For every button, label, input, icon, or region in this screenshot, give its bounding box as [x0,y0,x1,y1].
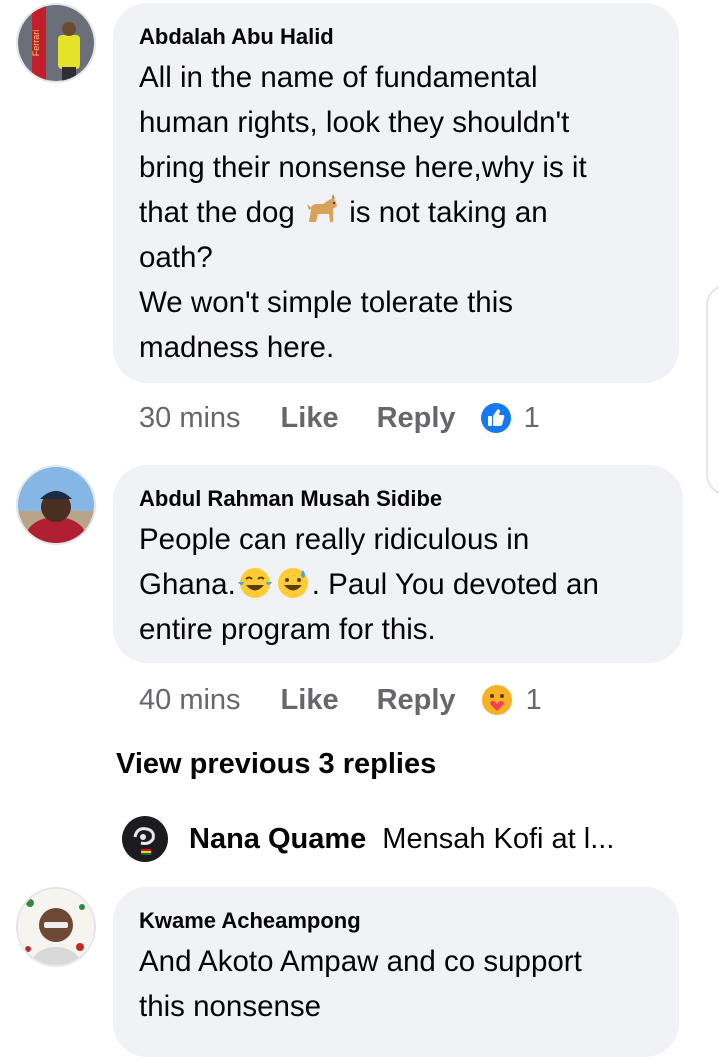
like-button[interactable]: Like [281,402,339,435]
dog-emoji-icon [307,194,338,222]
care-reaction-icon [481,685,512,715]
avatar-photo: Ferrari [18,5,94,81]
reply-button[interactable]: Reply [377,402,456,435]
like-button[interactable]: Like [281,684,339,717]
reply-preview[interactable]: Nana Quame Mensah Kofi at l... [121,815,614,863]
comment-author[interactable]: Kwame Acheampong [139,907,653,935]
avatar-photo [18,889,94,965]
comment-text: And Akoto Ampaw and co support this nons… [139,945,582,1023]
timestamp: 40 mins [139,683,241,716]
reaction-summary[interactable]: 1 [480,683,542,717]
avatar[interactable]: Ferrari [16,3,96,83]
comment-text: All in the name of fundamental human rig… [139,55,653,370]
timestamp: 30 mins [139,401,241,434]
reaction-count: 1 [523,401,540,434]
comment-text: People can really ridiculous in Ghana.. … [139,517,657,652]
comment-author[interactable]: Abdul Rahman Musah Sidibe [139,485,657,513]
grinning-face-with-sweat-icon [277,568,308,598]
comment-bubble: Abdalah Abu Halid All in the name of fun… [113,3,679,383]
view-previous-replies-link[interactable]: View previous 3 replies [116,748,436,781]
avatar-photo [18,467,94,543]
avatar[interactable] [16,465,96,545]
reaction-count: 1 [525,683,542,716]
like-reaction-icon [480,403,511,433]
avatar[interactable] [16,887,96,967]
comment-meta: 30 mins Like Reply 1 [139,398,540,438]
reply-preview-avatar [122,816,168,862]
side-panel-edge[interactable] [706,285,719,495]
comment-meta: 40 mins Like Reply 1 [139,680,542,720]
reply-button[interactable]: Reply [377,684,456,717]
comment-author[interactable]: Abdalah Abu Halid [139,23,653,51]
face-with-tears-of-joy-icon [237,568,272,598]
comment-bubble: Kwame Acheampong And Akoto Ampaw and co … [113,887,679,1057]
reply-author: Nana Quame [189,822,367,855]
reaction-summary[interactable]: 1 [480,402,540,435]
reply-snippet: Mensah Kofi at l... [382,822,615,855]
svg-text:Ferrari: Ferrari [31,30,41,57]
comment-bubble: Abdul Rahman Musah Sidibe People can rea… [113,465,683,663]
